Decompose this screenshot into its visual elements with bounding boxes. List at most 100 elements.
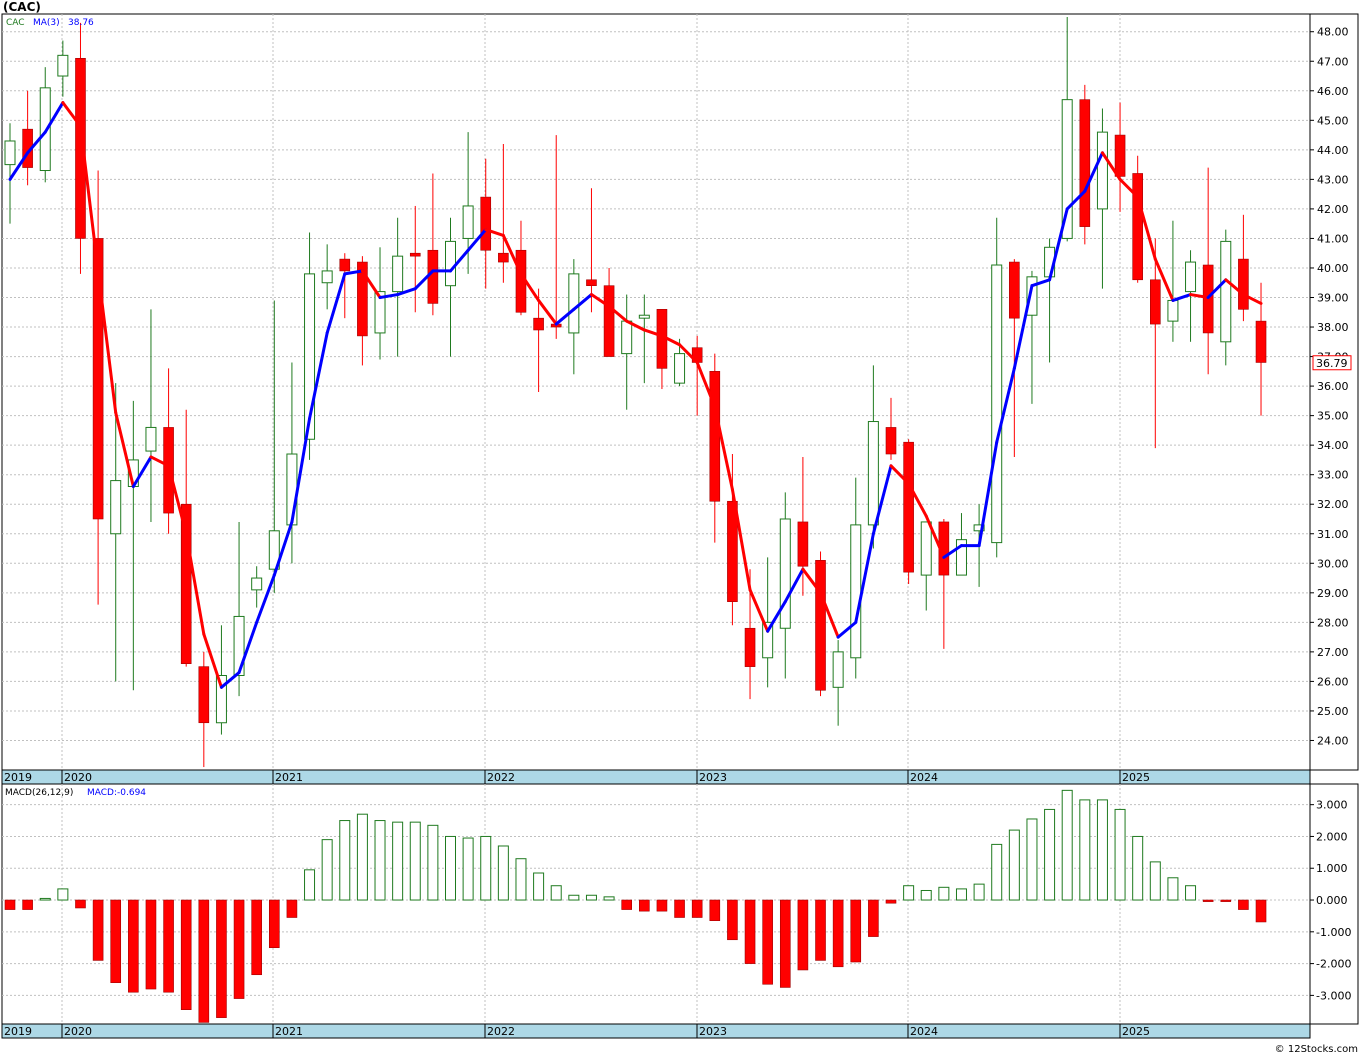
macd-bar (779, 899, 791, 988)
macd-bar (1114, 808, 1126, 901)
macd-bar (709, 899, 721, 921)
macd-bar (515, 858, 527, 901)
macd-bar (497, 845, 509, 901)
x-tick-label: 2024 (910, 1025, 938, 1038)
macd-bar (920, 889, 932, 901)
macd-legend-value: MACD:-0.694 (87, 788, 146, 798)
candle-body (1096, 131, 1108, 210)
price-panel (1, 13, 1311, 771)
macd-bar (339, 820, 351, 901)
macd-bar (374, 820, 386, 901)
macd-bar (1202, 899, 1214, 902)
stock-chart[interactable]: 24.00 25.00 26.00 27.00 28.00 29.00 30.00 31.00… (0, 0, 1360, 1056)
candle-body (638, 314, 650, 319)
macd-legend-label: MACD(26,12,9) (5, 788, 73, 798)
macd-bar (938, 886, 950, 901)
macd-bar (885, 899, 897, 904)
macd-bar (727, 899, 738, 941)
candle-body (445, 240, 456, 287)
macd-bar (1149, 861, 1161, 901)
candle-body (1079, 99, 1091, 227)
macd-bar (991, 843, 1003, 901)
price-tick-label: 47.00 (1317, 55, 1349, 68)
macd-bar (110, 899, 122, 983)
price-tick-label: 43.00 (1317, 173, 1349, 186)
candle-body (797, 521, 809, 567)
candle-body (392, 255, 404, 293)
candle-body (251, 577, 263, 591)
x-tick-label: 2020 (64, 771, 92, 784)
macd-bar (1079, 799, 1091, 901)
macd-bar (691, 899, 703, 918)
macd-tick-label: 0.000 (1316, 894, 1348, 907)
price-tick-label: 40.00 (1317, 262, 1349, 275)
candle-body (744, 627, 756, 667)
candle-body (321, 270, 333, 284)
macd-bar (568, 894, 580, 901)
price-tick-label: 24.00 (1317, 734, 1349, 747)
price-legend-ma-value: 38.76 (68, 18, 94, 28)
candle-body (991, 264, 1003, 544)
candle-body (1150, 279, 1161, 325)
macd-bar (868, 899, 879, 937)
macd-bar (550, 885, 562, 901)
candle-body (674, 353, 686, 384)
macd-tick-label: 2.000 (1316, 830, 1348, 843)
macd-bar (1096, 799, 1108, 901)
candle-body (709, 371, 721, 502)
macd-bar (832, 899, 844, 968)
price-tick-label: 42.00 (1317, 203, 1349, 216)
candle-body (480, 196, 492, 251)
candle (815, 551, 826, 697)
candle-body (1185, 261, 1197, 293)
price-tick-label: 32.00 (1317, 498, 1349, 511)
macd-bar (1167, 877, 1179, 901)
macd-bar (1132, 835, 1144, 901)
price-tick-label: 29.00 (1317, 587, 1349, 600)
macd-bar (462, 837, 474, 901)
copyright-label: © 12Stocks.com (1275, 1044, 1358, 1055)
macd-bar (22, 899, 33, 910)
x-tick-label: 2021 (275, 771, 303, 784)
macd-bar (163, 899, 174, 993)
macd-tick-label: -3.000 (1316, 989, 1351, 1002)
price-tick-label: 35.00 (1317, 410, 1349, 423)
price-tick-label: 41.00 (1317, 232, 1349, 245)
macd-bar (286, 899, 298, 918)
x-tick-label: 2021 (275, 1025, 303, 1038)
macd-bar (762, 899, 773, 985)
x-tick-label: 2025 (1122, 1025, 1150, 1038)
candle-body (568, 273, 580, 334)
price-tick-label: 45.00 (1317, 114, 1349, 127)
price-tick-label: 46.00 (1317, 85, 1349, 98)
macd-bar (180, 899, 192, 1010)
candle-body (903, 441, 914, 573)
macd-bar (1185, 885, 1197, 901)
price-tick-label: 39.00 (1317, 292, 1349, 305)
price-tick-label: 48.00 (1317, 26, 1349, 39)
price-tick-label: 34.00 (1317, 439, 1349, 452)
candle (1079, 84, 1091, 245)
macd-bar (304, 869, 316, 901)
candle-body (533, 317, 544, 331)
symbol-title: (CAC) (3, 0, 41, 14)
macd-bar (1044, 808, 1056, 901)
macd-bar (480, 835, 492, 901)
candle-body (867, 421, 879, 526)
x-tick-label: 2019 (4, 771, 32, 784)
macd-bar (797, 899, 809, 971)
macd-date-strip (1, 1023, 1311, 1039)
price-tick-label: 30.00 (1317, 557, 1349, 570)
candle-body (498, 252, 509, 263)
candle-body (1167, 299, 1179, 322)
candle-body (110, 480, 122, 535)
price-tick-label: 31.00 (1317, 528, 1349, 541)
macd-bar (356, 813, 368, 901)
x-tick-label: 2025 (1122, 771, 1150, 784)
price-tick-label: 44.00 (1317, 144, 1349, 157)
candle (903, 439, 914, 584)
macd-bar (392, 821, 404, 901)
candle-body (850, 524, 862, 659)
candle-body (145, 426, 157, 452)
candle-body (920, 521, 932, 576)
